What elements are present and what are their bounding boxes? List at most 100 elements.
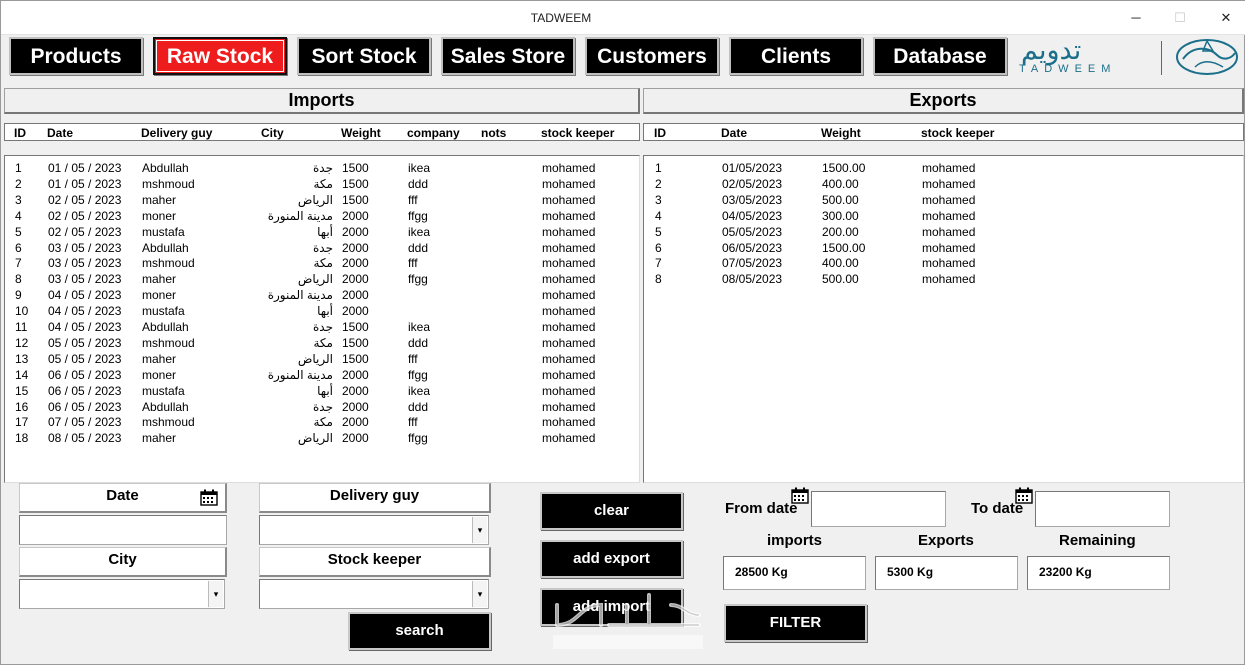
table-row[interactable]: 11 04 / 05 / 2023 Abdullah جدة 1500 ikea moham… [5, 318, 639, 334]
calendar-icon[interactable] [1015, 487, 1033, 504]
table-cell: mohamed [922, 192, 976, 207]
table-row[interactable]: 18 08 / 05 / 2023 maher الرياض 2000 ffgg moham… [5, 429, 639, 445]
chevron-down-icon[interactable]: ▾ [472, 581, 487, 607]
delivery-guy-select[interactable]: ▾ [259, 515, 489, 545]
table-cell: ffgg [408, 367, 428, 382]
nav-customers-button[interactable]: Customers [585, 37, 719, 75]
table-row[interactable]: 13 05 / 05 / 2023 maher الرياض 1500 fff mohame… [5, 350, 639, 366]
filter-button[interactable]: FILTER [724, 604, 867, 642]
table-row[interactable]: 14 06 / 05 / 2023 moner مدينة المنورة 2000 ff… [5, 366, 639, 382]
table-row[interactable]: 15 06 / 05 / 2023 mustafa أبها 2000 ikea moham… [5, 382, 639, 398]
table-row[interactable]: 6 06/05/2023 1500.00 mohamed [644, 239, 1243, 255]
table-row[interactable]: 3 02 / 05 / 2023 maher الرياض 1500 fff mohamed [5, 191, 639, 207]
chevron-down-icon[interactable]: ▾ [472, 517, 487, 543]
table-cell: 07/05/2023 [722, 256, 783, 271]
table-cell: 07 / 05 / 2023 [48, 415, 122, 430]
table-row[interactable]: 17 07 / 05 / 2023 mshmoud مكة 2000 fff mohamed [5, 413, 639, 429]
imports-col-date: Date [47, 126, 74, 140]
table-row[interactable]: 5 05/05/2023 200.00 mohamed [644, 223, 1243, 239]
table-cell: 3 [15, 192, 22, 207]
clear-button[interactable]: clear [540, 492, 683, 530]
exports-list[interactable]: 1 01/05/2023 1500.00 mohamed 2 02/05/2023 400.… [643, 155, 1244, 483]
table-row[interactable]: 8 03 / 05 / 2023 maher الرياض 2000 ffgg mohame… [5, 270, 639, 286]
table-cell: 4 [15, 208, 22, 223]
table-cell: mustafa [142, 224, 185, 239]
table-row[interactable]: 9 04 / 05 / 2023 moner مدينة المنورة 2000 moh… [5, 286, 639, 302]
nav-sales-store-button[interactable]: Sales Store [441, 37, 575, 75]
table-row[interactable]: 8 08/05/2023 500.00 mohamed [644, 270, 1243, 286]
table-cell: 02/05/2023 [722, 176, 783, 191]
add-export-button[interactable]: add export [540, 540, 683, 578]
date-input[interactable] [19, 515, 227, 545]
table-cell: 05 / 05 / 2023 [48, 351, 122, 366]
exports-col-weight: Weight [821, 126, 861, 140]
table-row[interactable]: 5 02 / 05 / 2023 mustafa أبها 2000 ikea mohame… [5, 223, 639, 239]
table-cell: ikea [408, 320, 431, 334]
table-cell: 1500 [342, 176, 369, 191]
table-row[interactable]: 12 05 / 05 / 2023 mshmoud مكة 1500 ddd mohamed [5, 334, 639, 350]
nav-raw-stock-button[interactable]: Raw Stock [153, 37, 287, 75]
table-row[interactable]: 6 03 / 05 / 2023 Abdullah جدة 2000 ddd mohamed [5, 239, 639, 255]
from-date-input[interactable] [811, 491, 946, 527]
add-import-button[interactable]: add import [540, 588, 683, 626]
table-cell: 16 [15, 399, 29, 414]
table-row[interactable]: 4 02 / 05 / 2023 moner مدينة المنورة 2000 ffg… [5, 207, 639, 223]
nav-clients-button[interactable]: Clients [729, 37, 863, 75]
calendar-icon[interactable] [791, 487, 809, 504]
close-icon[interactable]: ✕ [1211, 7, 1241, 29]
table-cell: mohamed [542, 208, 596, 223]
nav-sort-stock-button[interactable]: Sort Stock [297, 37, 431, 75]
search-button[interactable]: search [348, 612, 491, 650]
table-row[interactable]: 3 03/05/2023 500.00 mohamed [644, 191, 1243, 207]
imports-col-stock-keeper: stock keeper [541, 126, 615, 140]
table-cell: mohamed [542, 320, 596, 334]
table-cell: ddd [408, 335, 429, 350]
table-cell: 7 [15, 256, 22, 271]
table-cell: moner [142, 288, 177, 303]
nav-database-button[interactable]: Database [873, 37, 1007, 75]
maximize-icon[interactable]: ☐ [1165, 7, 1195, 29]
table-row[interactable]: 10 04 / 05 / 2023 mustafa أبها 2000 mohamed [5, 302, 639, 318]
nav-products-button[interactable]: Products [9, 37, 143, 75]
stock-keeper-select[interactable]: ▾ [259, 579, 489, 609]
table-cell: ddd [408, 240, 429, 255]
table-cell: mohamed [542, 176, 596, 191]
table-cell: mohamed [922, 224, 976, 239]
table-row[interactable]: 1 01/05/2023 1500.00 mohamed [644, 159, 1243, 175]
table-cell: Abdullah [142, 240, 189, 255]
table-cell: 2000 [342, 256, 369, 271]
table-cell: 6 [655, 240, 662, 255]
table-row[interactable]: 7 07/05/2023 400.00 mohamed [644, 254, 1243, 270]
table-cell: 2000 [342, 304, 369, 319]
minimize-icon[interactable]: ─ [1121, 7, 1151, 29]
table-cell: 02 / 05 / 2023 [48, 192, 122, 207]
table-row[interactable]: 2 01 / 05 / 2023 mshmoud مكة 1500 ddd mohamed [5, 175, 639, 191]
table-cell: maher [142, 351, 177, 366]
table-cell: 06 / 05 / 2023 [48, 399, 122, 414]
exports-total-value: 5300 Kg [875, 556, 1018, 590]
calendar-icon[interactable] [200, 489, 218, 506]
table-cell: 2000 [342, 383, 369, 398]
imports-header: ID Date Delivery guy City Weight company… [4, 123, 640, 141]
table-cell: 06 / 05 / 2023 [48, 367, 122, 382]
table-cell: 2000 [342, 367, 369, 382]
chevron-down-icon[interactable]: ▾ [208, 581, 223, 607]
table-cell: maher [142, 431, 177, 446]
table-row[interactable]: 2 02/05/2023 400.00 mohamed [644, 175, 1243, 191]
table-row[interactable]: 1 01 / 05 / 2023 Abdullah جدة 1500 ikea mohame… [5, 159, 639, 175]
table-cell: الرياض [297, 272, 333, 287]
table-row[interactable]: 7 03 / 05 / 2023 mshmoud مكة 2000 fff mohamed [5, 254, 639, 270]
delivery-guy-label: Delivery guy [259, 483, 491, 513]
table-cell: 03 / 05 / 2023 [48, 240, 122, 255]
table-cell: ddd [408, 176, 429, 191]
city-select[interactable]: ▾ [19, 579, 225, 609]
table-row[interactable]: 16 06 / 05 / 2023 Abdullah جدة 2000 ddd mohame… [5, 398, 639, 414]
table-cell: الرياض [297, 431, 333, 446]
table-row[interactable]: 4 04/05/2023 300.00 mohamed [644, 207, 1243, 223]
logo-globe-icon [1176, 39, 1238, 75]
to-date-input[interactable] [1035, 491, 1170, 527]
table-cell: الرياض [297, 351, 333, 366]
table-cell: mohamed [922, 176, 976, 191]
imports-list[interactable]: 1 01 / 05 / 2023 Abdullah جدة 1500 ikea mohame… [4, 155, 640, 483]
exports-total-label: Exports [918, 532, 974, 549]
